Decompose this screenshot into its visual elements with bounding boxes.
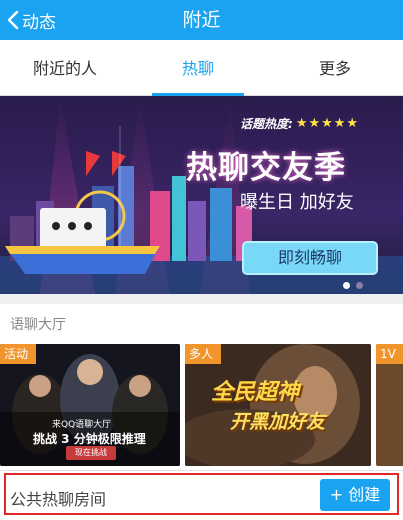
tab-nearby-people[interactable]: 附近的人	[0, 40, 130, 96]
banner-subtitle: 曝生日 加好友	[240, 192, 354, 213]
room-line2: 挑战 3 分钟极限推理	[33, 432, 146, 446]
voice-hall-section: 语聊大厅	[0, 304, 403, 344]
star-rating-icon: ★★★★★	[295, 116, 360, 131]
carousel-dot[interactable]	[356, 282, 363, 289]
room-tag: 活动	[0, 344, 37, 364]
topic-heat: 话题热度: ★★★★★	[240, 115, 359, 132]
room-card[interactable]: 多人 全民超神 开黑加好友	[185, 344, 371, 466]
topic-heat-label: 话题热度:	[240, 117, 293, 131]
back-button[interactable]: 动态	[6, 6, 56, 34]
carousel-dot[interactable]	[343, 282, 350, 289]
room-line2: 开黑加好友	[230, 411, 326, 433]
top-bar: 动态 附近	[0, 0, 403, 40]
room-line1: 全民超神	[211, 380, 300, 405]
room-line1: 来QQ语聊大厅	[52, 420, 112, 430]
room-card[interactable]: 1V	[376, 344, 403, 466]
banner-title: 热聊交友季	[186, 150, 346, 186]
tab-more[interactable]: 更多	[290, 40, 380, 96]
tab-label: 附近的人	[32, 59, 97, 78]
section-title: 语聊大厅	[10, 317, 66, 333]
challenge-badge: 现在挑战	[66, 446, 116, 460]
room-tag: 1V	[376, 344, 403, 364]
chevron-left-icon	[7, 10, 19, 30]
chat-now-button[interactable]: 即刻畅聊	[242, 241, 378, 275]
page-title: 附近	[182, 9, 221, 31]
carousel-indicator	[343, 282, 363, 289]
tab-bar: 附近的人 热聊 更多	[0, 40, 403, 96]
room-tag: 多人	[185, 344, 222, 364]
back-label: 动态	[22, 12, 56, 33]
voice-room-list: 活动 来QQ语聊大厅 挑战 3 分钟极限推理 现在挑战 多人 全民超神 开黑加好…	[0, 344, 403, 470]
promo-banner[interactable]: 话题热度: ★★★★★ 热聊交友季 曝生日 加好友 即刻畅聊	[0, 96, 403, 294]
room-card[interactable]: 活动 来QQ语聊大厅 挑战 3 分钟极限推理 现在挑战	[0, 344, 180, 466]
create-room-button[interactable]: + 创建	[320, 479, 390, 511]
tab-label: 热聊	[181, 59, 214, 78]
public-room-label[interactable]: 公共热聊房间	[10, 486, 106, 510]
tab-label: 更多	[318, 59, 351, 78]
tab-hot-chat[interactable]: 热聊	[152, 40, 244, 96]
public-room-bar: 公共热聊房间 + 创建	[0, 470, 403, 520]
